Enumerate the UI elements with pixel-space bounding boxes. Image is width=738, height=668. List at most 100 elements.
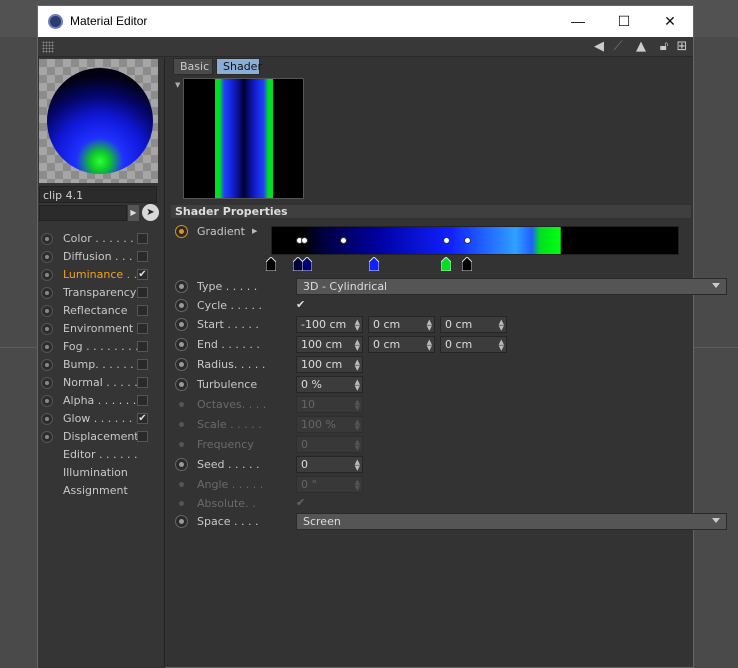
shader-preview bbox=[183, 78, 304, 199]
spinner-icon[interactable]: ▲ ▼ bbox=[355, 359, 360, 372]
channel-row[interactable]: Displacement bbox=[38, 428, 165, 446]
channel-checkbox[interactable] bbox=[137, 359, 148, 370]
turbulence-animate-icon[interactable] bbox=[175, 378, 188, 391]
start-animate-icon[interactable] bbox=[175, 318, 188, 331]
gradient-color-knot[interactable] bbox=[462, 257, 472, 271]
seed-animate-icon[interactable] bbox=[175, 458, 188, 471]
channel-label: Color . . . . . . . bbox=[63, 232, 141, 245]
channel-row[interactable]: Illumination bbox=[38, 464, 165, 482]
spinner-icon[interactable]: ▲ ▼ bbox=[499, 319, 504, 332]
channel-checkbox[interactable] bbox=[137, 287, 148, 298]
channel-checkbox[interactable] bbox=[137, 305, 148, 316]
channel-checkbox[interactable] bbox=[137, 323, 148, 334]
gradient-interpolation-knot[interactable] bbox=[443, 237, 450, 244]
tab-basic[interactable]: Basic bbox=[173, 58, 213, 75]
channel-checkbox[interactable] bbox=[137, 395, 148, 406]
lock-icon[interactable]: 🔓︎ bbox=[656, 39, 672, 55]
seed-field[interactable]: 0 ▲ ▼ bbox=[296, 456, 363, 473]
close-button[interactable]: ✕ bbox=[647, 6, 693, 37]
channel-radio-icon[interactable] bbox=[41, 323, 53, 335]
channel-checkbox[interactable] bbox=[137, 251, 148, 262]
radius-animate-icon[interactable] bbox=[175, 358, 188, 371]
channel-radio-icon[interactable] bbox=[41, 287, 53, 299]
minimize-button[interactable]: — bbox=[555, 6, 601, 37]
new-window-icon[interactable]: ⊞ bbox=[674, 39, 690, 55]
channel-row[interactable]: Fog . . . . . . . . bbox=[38, 338, 165, 356]
channel-checkbox[interactable] bbox=[137, 377, 148, 388]
channel-radio-icon[interactable] bbox=[41, 431, 53, 443]
channel-row[interactable]: Transparency bbox=[38, 284, 165, 302]
channel-row[interactable]: Normal . . . . . bbox=[38, 374, 165, 392]
channel-radio-icon[interactable] bbox=[41, 305, 53, 317]
gradient-color-knot[interactable] bbox=[441, 257, 451, 271]
channel-row[interactable]: Luminance . . . ✔ bbox=[38, 266, 165, 284]
back-arrow-icon[interactable]: ◀ bbox=[591, 39, 607, 55]
pick-cursor-button[interactable]: ➤ bbox=[142, 204, 159, 221]
spinner-icon[interactable]: ▲ ▼ bbox=[427, 339, 432, 352]
end-x-field[interactable]: 100 cm ▲ ▼ bbox=[296, 336, 363, 353]
turbulence-field[interactable]: 0 % ▲ ▼ bbox=[296, 376, 363, 393]
start-z-field[interactable]: 0 cm ▲ ▼ bbox=[440, 316, 507, 333]
material-name-field[interactable]: clip 4.1 bbox=[39, 186, 157, 203]
channel-radio-icon[interactable] bbox=[41, 413, 53, 425]
channel-row[interactable]: Environment bbox=[38, 320, 165, 338]
gradient-color-knot[interactable] bbox=[369, 257, 379, 271]
channel-row[interactable]: Reflectance bbox=[38, 302, 165, 320]
gradient-interpolation-knot[interactable] bbox=[464, 237, 471, 244]
channel-radio-icon[interactable] bbox=[41, 269, 53, 281]
gradient-interpolation-knot[interactable] bbox=[301, 237, 308, 244]
spinner-icon[interactable]: ▲ ▼ bbox=[355, 379, 360, 392]
gradient-animate-icon[interactable] bbox=[175, 225, 188, 238]
expand-arrow-button[interactable]: ▶ bbox=[128, 205, 139, 221]
spinner-icon[interactable]: ▲ ▼ bbox=[355, 339, 360, 352]
channel-row[interactable]: Assignment bbox=[38, 482, 165, 500]
channel-checkbox[interactable]: ✔ bbox=[137, 269, 148, 280]
channel-radio-icon[interactable] bbox=[41, 395, 53, 407]
material-subfield[interactable] bbox=[39, 205, 127, 221]
start-y-field[interactable]: 0 cm ▲ ▼ bbox=[368, 316, 435, 333]
channel-checkbox[interactable] bbox=[137, 431, 148, 442]
channel-row[interactable]: Editor . . . . . . bbox=[38, 446, 165, 464]
spinner-icon[interactable]: ▲ ▼ bbox=[499, 339, 504, 352]
spinner-icon[interactable]: ▲ ▼ bbox=[355, 319, 360, 332]
gradient-color-knot[interactable] bbox=[302, 257, 312, 271]
channel-radio-icon[interactable] bbox=[41, 359, 53, 371]
channel-checkbox[interactable] bbox=[137, 341, 148, 352]
gradient-color-knot[interactable] bbox=[266, 257, 276, 271]
up-arrow-icon[interactable]: ▲ bbox=[633, 39, 649, 55]
end-y-field[interactable]: 0 cm ▲ ▼ bbox=[368, 336, 435, 353]
channel-row[interactable]: Color . . . . . . . bbox=[38, 230, 165, 248]
cycle-animate-icon[interactable] bbox=[175, 299, 188, 312]
gradient-bar[interactable] bbox=[271, 226, 679, 255]
end-z-field[interactable]: 0 cm ▲ ▼ bbox=[440, 336, 507, 353]
space-animate-icon[interactable] bbox=[175, 515, 188, 528]
channel-radio-icon[interactable] bbox=[41, 233, 53, 245]
cycle-checkbox[interactable]: ✔ bbox=[296, 299, 308, 311]
maximize-button[interactable]: ☐ bbox=[601, 6, 647, 37]
channel-row[interactable]: Bump. . . . . . . bbox=[38, 356, 165, 374]
start-x-field[interactable]: -100 cm ▲ ▼ bbox=[296, 316, 363, 333]
channel-checkbox[interactable]: ✔ bbox=[137, 413, 148, 424]
type-animate-icon[interactable] bbox=[175, 280, 188, 293]
space-dropdown[interactable]: Screen bbox=[296, 513, 727, 530]
material-preview[interactable] bbox=[39, 59, 158, 183]
channel-radio-icon[interactable] bbox=[41, 377, 53, 389]
gradient-expand-icon[interactable]: ▶ bbox=[252, 227, 257, 235]
channel-radio-icon[interactable] bbox=[41, 341, 53, 353]
preview-menu-arrow-icon[interactable]: ▼ bbox=[175, 81, 180, 89]
grip-icon[interactable] bbox=[42, 41, 54, 53]
history-slider-icon[interactable]: ⟋ bbox=[610, 39, 626, 55]
channel-radio-icon[interactable] bbox=[41, 251, 53, 263]
cycle-label: Cycle . . . . . bbox=[197, 299, 263, 312]
spinner-icon[interactable]: ▲ ▼ bbox=[355, 459, 360, 472]
gradient-interpolation-knot[interactable] bbox=[340, 237, 347, 244]
channel-row[interactable]: Alpha . . . . . . bbox=[38, 392, 165, 410]
type-dropdown[interactable]: 3D - Cylindrical bbox=[296, 278, 727, 295]
radius-field[interactable]: 100 cm ▲ ▼ bbox=[296, 356, 363, 373]
spinner-icon[interactable]: ▲ ▼ bbox=[427, 319, 432, 332]
channel-row[interactable]: Diffusion . . . . bbox=[38, 248, 165, 266]
channel-checkbox[interactable] bbox=[137, 233, 148, 244]
tab-shader[interactable]: Shader bbox=[216, 58, 262, 75]
end-animate-icon[interactable] bbox=[175, 338, 188, 351]
channel-row[interactable]: Glow . . . . . . . ✔ bbox=[38, 410, 165, 428]
